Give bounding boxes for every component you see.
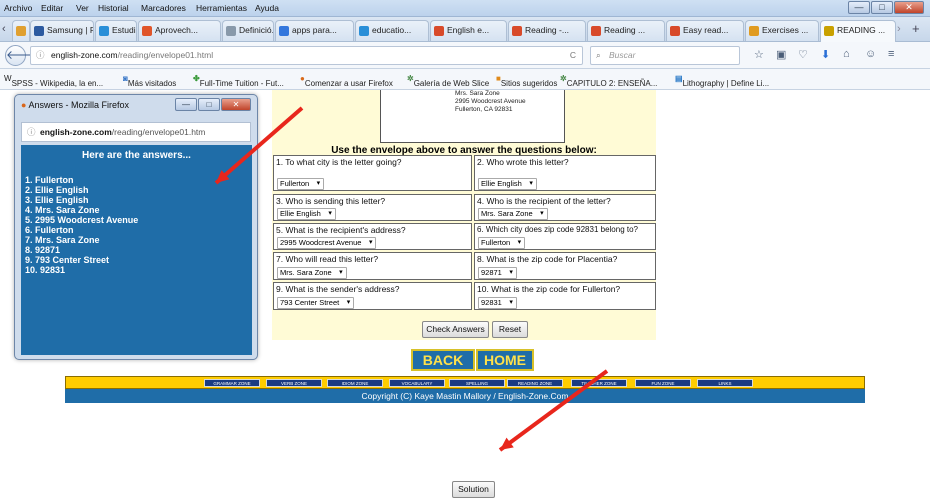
annotation-arrow	[214, 106, 304, 185]
annotation-arrow	[498, 369, 609, 452]
annotation-overlay	[214, 106, 609, 452]
